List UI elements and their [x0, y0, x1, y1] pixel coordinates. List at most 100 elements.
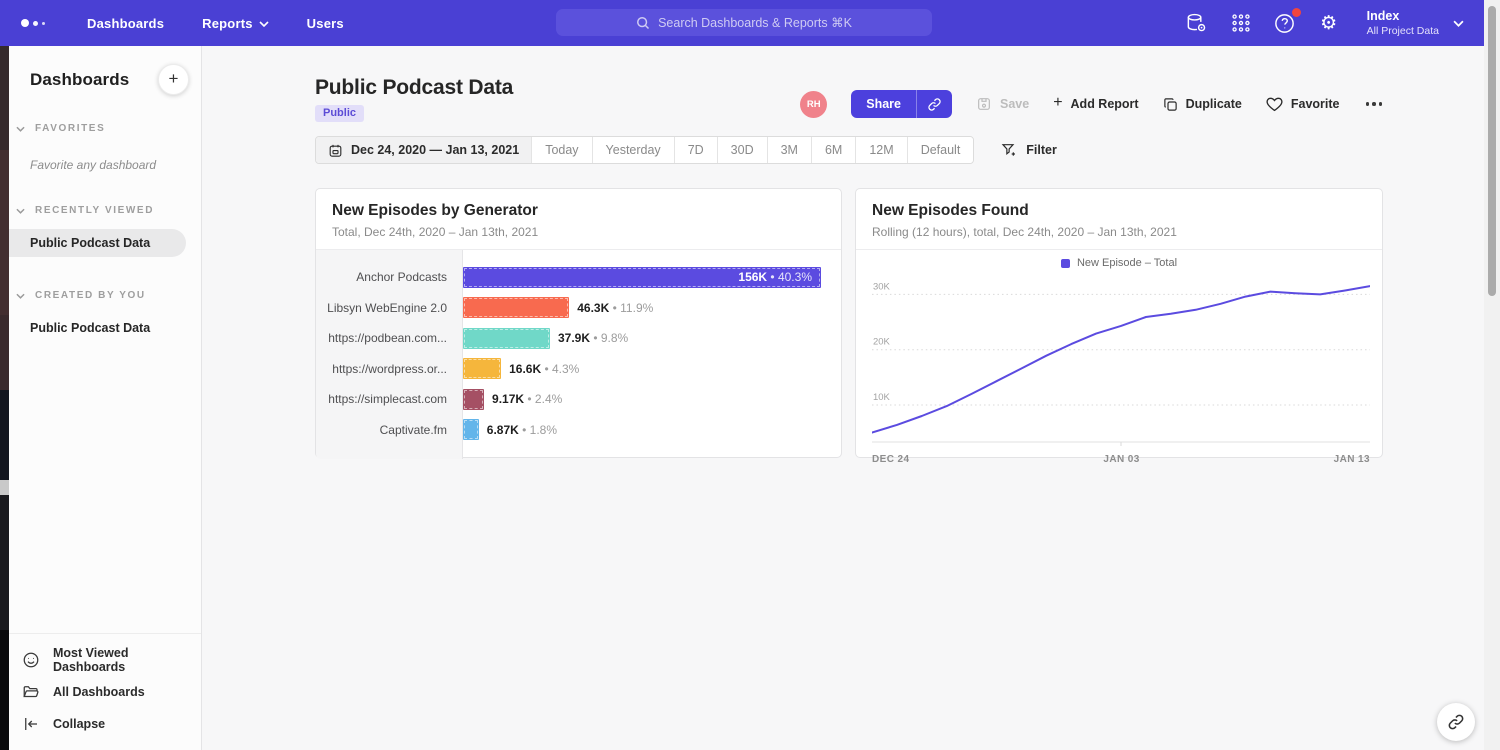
bar-row[interactable]: 16.6K • 4.3%	[463, 354, 841, 385]
link-icon	[1447, 713, 1465, 731]
preset-30d[interactable]: 30D	[717, 137, 767, 163]
add-dashboard-button[interactable]: +	[158, 64, 189, 95]
apps-grid-icon[interactable]	[1229, 11, 1253, 35]
notification-badge	[1292, 8, 1301, 17]
bar[interactable]: 156K • 40.3%	[463, 267, 821, 288]
calendar-icon	[328, 143, 343, 158]
help-icon[interactable]	[1273, 11, 1297, 35]
bar[interactable]	[463, 389, 484, 410]
smiley-icon	[22, 651, 40, 669]
heart-icon	[1266, 96, 1283, 112]
save-button[interactable]: Save	[976, 96, 1029, 112]
avatar[interactable]: RH	[800, 91, 827, 118]
collapse-sidebar-button[interactable]: Collapse	[22, 708, 201, 740]
date-range-picker[interactable]: Dec 24, 2020 — Jan 13, 2021	[316, 137, 531, 163]
bar-row[interactable]: 46.3K • 11.9%	[463, 293, 841, 324]
sidebar: Dashboards + FAVORITES Favorite any dash…	[9, 46, 202, 750]
chevron-down-icon	[259, 21, 269, 27]
bar-category-label: https://podbean.com...	[316, 323, 462, 354]
search-input[interactable]: Search Dashboards & Reports ⌘K	[556, 9, 932, 36]
bar[interactable]	[463, 358, 501, 379]
bar-value-label: 6.87K • 1.8%	[487, 423, 557, 437]
add-report-button[interactable]: + Add Report	[1053, 96, 1138, 112]
legend-swatch	[1061, 259, 1070, 268]
section-favorites[interactable]: FAVORITES	[16, 123, 201, 134]
preset-default[interactable]: Default	[907, 137, 974, 163]
line-chart-legend: New Episode – Total	[856, 251, 1382, 275]
preset-12m[interactable]: 12M	[855, 137, 906, 163]
chevron-down-icon	[16, 293, 25, 299]
preset-7d[interactable]: 7D	[674, 137, 717, 163]
favorites-empty-hint: Favorite any dashboard	[30, 158, 201, 172]
most-viewed-dashboards-button[interactable]: Most Viewed Dashboards	[22, 644, 201, 676]
nav-dashboards[interactable]: Dashboards	[87, 16, 164, 31]
bar-value-label: 16.6K • 4.3%	[509, 362, 579, 376]
app-logo-icon[interactable]	[21, 19, 55, 27]
line-chart-x-axis: DEC 24JAN 03JAN 13	[872, 454, 1370, 465]
bar-value-label: 156K • 40.3%	[738, 270, 812, 284]
bar-category-label: Anchor Podcasts	[316, 262, 462, 293]
bar-chart-subtitle: Total, Dec 24th, 2020 – Jan 13th, 2021	[332, 225, 825, 239]
all-dashboards-button[interactable]: All Dashboards	[22, 676, 201, 708]
bar-row[interactable]: 9.17K • 2.4%	[463, 384, 841, 415]
x-tick-label: JAN 03	[1103, 454, 1139, 465]
share-button[interactable]: Share	[851, 90, 952, 118]
bar-row[interactable]: 37.9K • 9.8%	[463, 323, 841, 354]
plus-icon: +	[1053, 94, 1062, 112]
chevron-down-icon	[1453, 20, 1464, 27]
bar-category-label: Libsyn WebEngine 2.0	[316, 293, 462, 324]
sidebar-title: Dashboards	[30, 70, 129, 90]
bar-row[interactable]: 6.87K • 1.8%	[463, 415, 841, 446]
bar-chart-labels: Anchor PodcastsLibsyn WebEngine 2.0https…	[316, 250, 463, 459]
preset-buttons: TodayYesterday7D30D3M6M12MDefault	[531, 137, 973, 163]
bar-value-label: 9.17K • 2.4%	[492, 392, 562, 406]
favorite-button[interactable]: Favorite	[1266, 96, 1340, 112]
settings-gear-icon[interactable]: ⚙	[1317, 11, 1341, 35]
sidebar-item-public-podcast-data-created[interactable]: Public Podcast Data	[9, 314, 201, 342]
x-tick-label: JAN 13	[1334, 454, 1370, 465]
preset-6m[interactable]: 6M	[811, 137, 855, 163]
svg-text:20K: 20K	[873, 337, 890, 348]
main-content: Public Podcast Data Public RH Share Save…	[203, 46, 1484, 750]
svg-text:30K: 30K	[873, 281, 890, 292]
bar-category-label: Captivate.fm	[316, 415, 462, 446]
page-scrollbar[interactable]	[1484, 0, 1500, 750]
bar[interactable]	[463, 328, 550, 349]
top-navbar: Dashboards Reports Users Search Dashboar…	[0, 0, 1484, 46]
share-link-button[interactable]	[916, 90, 952, 118]
bar-value-label: 37.9K • 9.8%	[558, 331, 628, 345]
project-name: Index	[1367, 9, 1439, 23]
line-chart-plot[interactable]: 10K20K30K	[872, 275, 1370, 451]
line-chart-title: New Episodes Found	[872, 202, 1366, 220]
bar[interactable]	[463, 419, 479, 440]
data-source-icon[interactable]	[1185, 11, 1209, 35]
filter-button[interactable]: Filter	[1001, 142, 1057, 158]
search-icon	[636, 16, 650, 30]
legend-label: New Episode – Total	[1077, 257, 1177, 269]
section-created-by-you[interactable]: CREATED BY YOU	[16, 290, 201, 301]
section-recently-viewed[interactable]: RECENTLY VIEWED	[16, 205, 201, 216]
nav-users[interactable]: Users	[307, 16, 344, 31]
desktop-edge-strip	[0, 0, 9, 750]
preset-today[interactable]: Today	[531, 137, 591, 163]
collapse-left-icon	[22, 715, 40, 733]
preset-yesterday[interactable]: Yesterday	[592, 137, 674, 163]
nav-reports[interactable]: Reports	[202, 16, 269, 31]
bar-row[interactable]: 156K • 40.3%	[463, 262, 841, 293]
link-icon	[927, 97, 942, 112]
duplicate-icon	[1163, 97, 1178, 112]
project-switcher[interactable]: Index All Project Data	[1367, 9, 1464, 37]
date-range-group: Dec 24, 2020 — Jan 13, 2021 TodayYesterd…	[315, 136, 974, 164]
bar[interactable]	[463, 297, 569, 318]
sidebar-item-public-podcast-data[interactable]: Public Podcast Data	[9, 229, 186, 257]
more-options-button[interactable]	[1364, 98, 1385, 110]
filter-funnel-icon	[1001, 142, 1017, 158]
scrollbar-thumb[interactable]	[1488, 6, 1496, 296]
preset-3m[interactable]: 3M	[767, 137, 811, 163]
page-title: Public Podcast Data	[315, 76, 513, 100]
public-badge: Public	[315, 105, 364, 122]
duplicate-button[interactable]: Duplicate	[1163, 97, 1242, 112]
bar-category-label: https://simplecast.com	[316, 384, 462, 415]
copy-link-fab[interactable]	[1437, 703, 1475, 741]
folder-icon	[22, 683, 40, 701]
